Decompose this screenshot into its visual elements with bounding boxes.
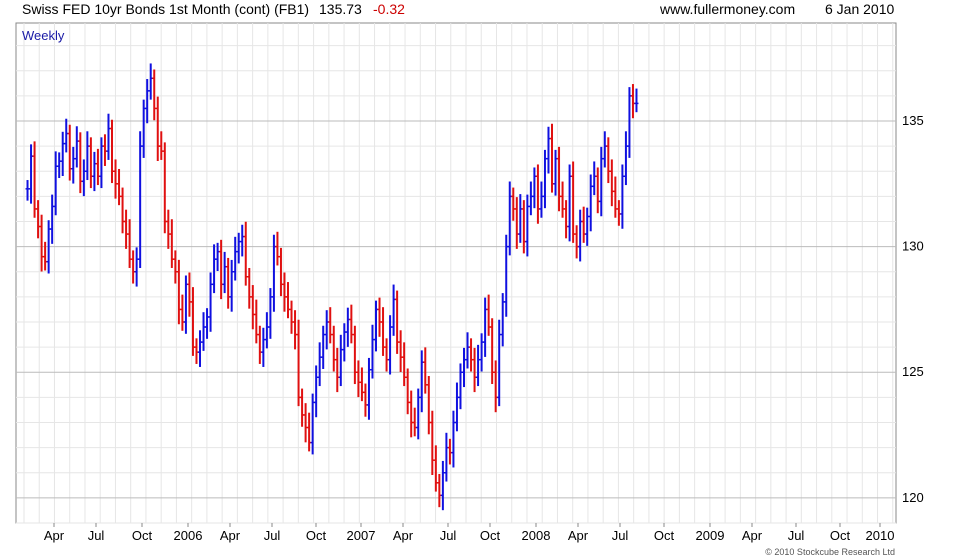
- x-tick-label: Jul: [788, 528, 805, 543]
- x-tick-label: 2006: [174, 528, 203, 543]
- y-tick-label: 130: [902, 239, 924, 254]
- y-axis: 120 125 130 135: [902, 113, 924, 505]
- x-tick-label: 2010: [866, 528, 895, 543]
- y-tick-label: 135: [902, 113, 924, 128]
- x-tick-label: 2009: [696, 528, 725, 543]
- x-tick-label: Apr: [44, 528, 65, 543]
- x-tick-label: Apr: [393, 528, 414, 543]
- x-tick-label: Oct: [654, 528, 675, 543]
- x-tick-label: Oct: [480, 528, 501, 543]
- copyright-note: © 2010 Stockcube Research Ltd: [765, 547, 895, 557]
- frequency-label: Weekly: [22, 28, 65, 43]
- x-axis: Apr Jul Oct 2006 Apr Jul Oct 2007 Apr Jul Oct 2008 A…: [44, 523, 895, 543]
- x-tick-label: Jul: [440, 528, 457, 543]
- x-tick-label: 2008: [522, 528, 551, 543]
- x-tick-label: Oct: [306, 528, 327, 543]
- x-tick-label: Apr: [568, 528, 589, 543]
- x-tick-label: Oct: [132, 528, 153, 543]
- y-tick-label: 125: [902, 364, 924, 379]
- y-tick-label: 120: [902, 490, 924, 505]
- price-chart: Apr Jul Oct 2006 Apr Jul Oct 2007 Apr Jul Oct 2008 A…: [15, 22, 924, 557]
- x-tick-label: 2007: [347, 528, 376, 543]
- x-tick-label: Jul: [612, 528, 629, 543]
- x-tick-label: Apr: [742, 528, 763, 543]
- x-tick-label: Apr: [220, 528, 241, 543]
- x-tick-label: Oct: [830, 528, 851, 543]
- x-tick-label: Jul: [264, 528, 281, 543]
- x-tick-label: Jul: [88, 528, 105, 543]
